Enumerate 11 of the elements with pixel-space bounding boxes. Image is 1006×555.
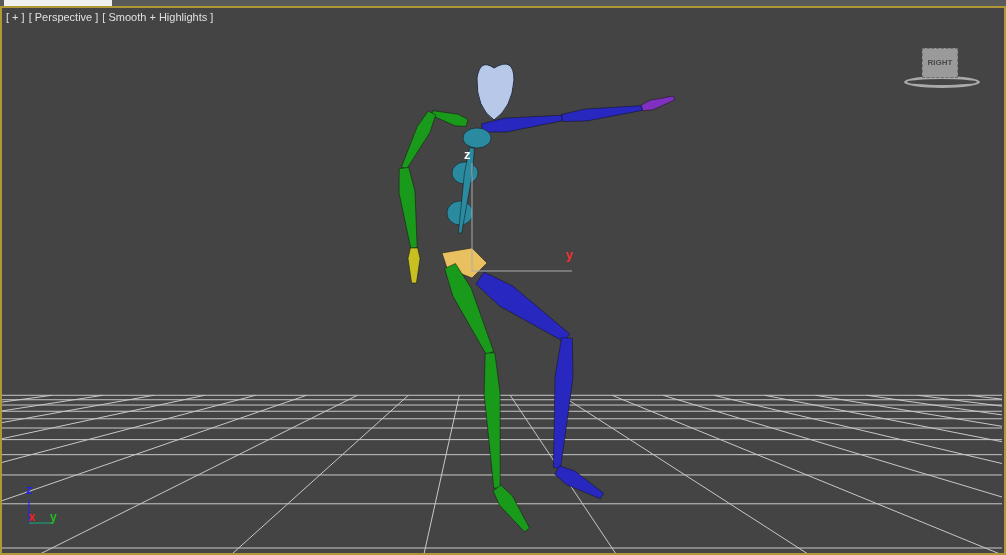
viewport[interactable]: [ + ] [ Perspective ] [ Smooth + Highlights ] RIGHT z y z x y [0, 6, 1006, 555]
axis-label: x [29, 511, 36, 523]
transform-gizmo-icon[interactable] [471, 162, 573, 272]
viewport-label[interactable]: [ + ] [6, 12, 25, 23]
axis-label: z [26, 484, 32, 496]
viewport-label[interactable]: [ Perspective ] [28, 12, 99, 23]
viewcube-label: RIGHT [927, 57, 953, 69]
gizmo-axis-label: z [464, 148, 471, 161]
viewport-label[interactable]: [ Smooth + Highlights ] [102, 12, 214, 23]
gizmo-axis-label: y [566, 248, 574, 261]
axis-label: y [50, 511, 57, 523]
